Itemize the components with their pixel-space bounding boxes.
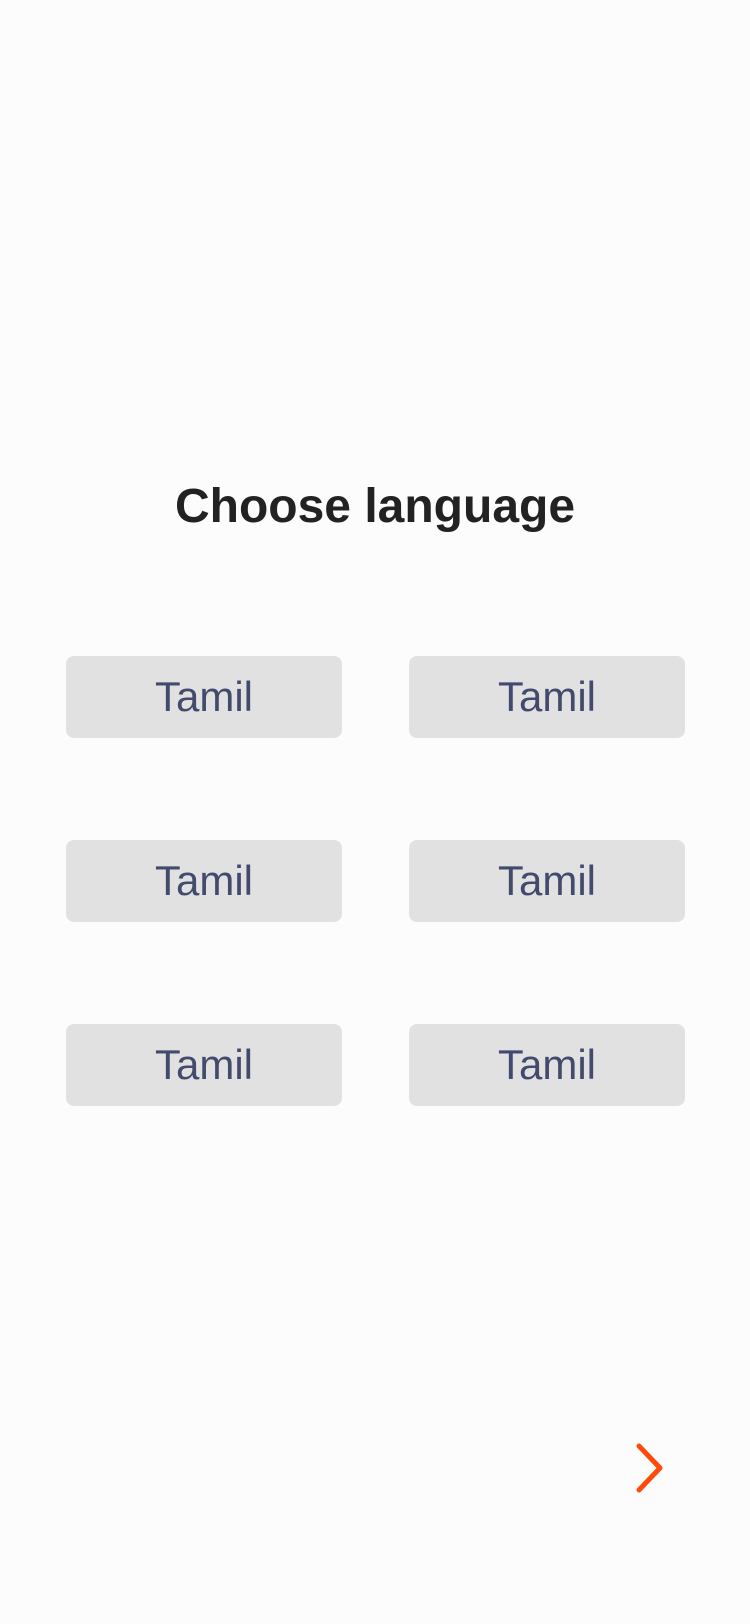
page-title: Choose language (174, 480, 576, 533)
language-option-button[interactable]: Tamil (66, 656, 342, 738)
language-option-button[interactable]: Tamil (66, 840, 342, 922)
language-option-button[interactable]: Tamil (409, 1024, 685, 1106)
chevron-right-icon (636, 1443, 663, 1493)
language-grid: Tamil Tamil Tamil Tamil Tamil Tamil (66, 656, 685, 1106)
language-option-button[interactable]: Tamil (66, 1024, 342, 1106)
language-option-button[interactable]: Tamil (409, 656, 685, 738)
language-option-button[interactable]: Tamil (409, 840, 685, 922)
next-button[interactable] (622, 1436, 678, 1500)
